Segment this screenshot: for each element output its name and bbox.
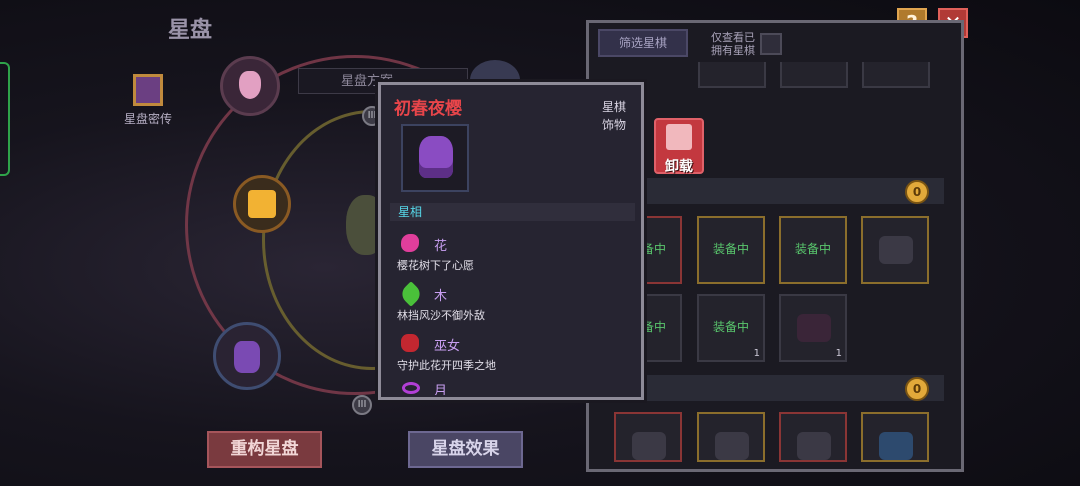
- inventory-slot[interactable]: 装备中 1: [697, 294, 765, 362]
- item-portrait-icon: [401, 124, 469, 192]
- coin-icon: 0: [905, 180, 929, 204]
- inventory-slot[interactable]: [614, 412, 682, 462]
- orbit-marker-bottom[interactable]: III: [352, 395, 372, 415]
- item-art-icon: [715, 432, 749, 460]
- inventory-slot[interactable]: [861, 412, 929, 462]
- item-count: 1: [835, 348, 842, 359]
- owned-only-checkbox[interactable]: [760, 33, 782, 55]
- inventory-slot[interactable]: [862, 62, 930, 88]
- star-node-left[interactable]: [233, 175, 291, 233]
- inventory-slot[interactable]: 装备中: [697, 216, 765, 284]
- category-bar: [616, 178, 944, 204]
- equipped-tag: 装备中: [712, 242, 749, 256]
- miko-icon: [401, 334, 419, 352]
- moon-icon: [402, 382, 420, 394]
- inventory-slot[interactable]: [779, 412, 847, 462]
- item-art-icon: [632, 432, 666, 460]
- item-art-icon: [879, 236, 913, 264]
- equipped-tag: 装备中: [794, 242, 831, 256]
- star-node-bottom[interactable]: [213, 322, 281, 390]
- trait-name: 巫女: [434, 339, 461, 354]
- category-bar: [616, 375, 944, 401]
- lore-button[interactable]: 星盘密传: [112, 74, 184, 127]
- trash-icon: [666, 124, 692, 150]
- coin-icon: 0: [905, 377, 929, 401]
- lore-icon: [133, 74, 163, 106]
- star-node-top[interactable]: [220, 56, 280, 116]
- item-count: 1: [753, 348, 760, 359]
- flower-icon: [401, 234, 419, 252]
- chart-effect-button[interactable]: 星盘效果: [408, 431, 523, 468]
- trait-desc: 林挡风沙不御外敌: [397, 309, 485, 322]
- item-art-icon: [797, 314, 831, 342]
- filter-button[interactable]: 筛选星棋: [598, 29, 688, 57]
- owned-only-line2: 拥有星棋: [711, 44, 755, 57]
- item-type: 星棋: [601, 100, 626, 114]
- owned-only-label: 仅查看已 拥有星棋: [711, 31, 755, 57]
- equipped-tag: 装备中: [712, 320, 749, 334]
- inventory-slot[interactable]: [697, 412, 765, 462]
- inventory-slot[interactable]: [780, 62, 848, 88]
- inventory-slot[interactable]: [861, 216, 929, 284]
- trait-desc: 樱花树下了心愿: [397, 259, 474, 272]
- side-tab-indicator[interactable]: [0, 62, 10, 176]
- inventory-slot[interactable]: 装备中: [779, 216, 847, 284]
- item-title: 初春夜樱: [394, 99, 462, 119]
- page-title: 星盘: [168, 18, 213, 43]
- owned-only-line1: 仅查看已: [711, 31, 755, 44]
- inventory-slot[interactable]: [698, 62, 766, 88]
- trait-name: 月: [434, 384, 448, 395]
- trait-name: 花: [434, 239, 448, 254]
- trait-name: 木: [434, 289, 448, 304]
- inventory-slot[interactable]: 1: [779, 294, 847, 362]
- traits-section-header: 星相: [390, 203, 635, 221]
- lore-label: 星盘密传: [123, 112, 172, 126]
- rebuild-chart-button[interactable]: 重构星盘: [207, 431, 322, 468]
- unequip-label: 卸载: [665, 159, 693, 175]
- item-subtype: 饰物: [601, 118, 626, 132]
- item-art-icon: [797, 432, 831, 460]
- trait-desc: 守护此花开四季之地: [397, 359, 496, 372]
- item-art-icon: [879, 432, 913, 460]
